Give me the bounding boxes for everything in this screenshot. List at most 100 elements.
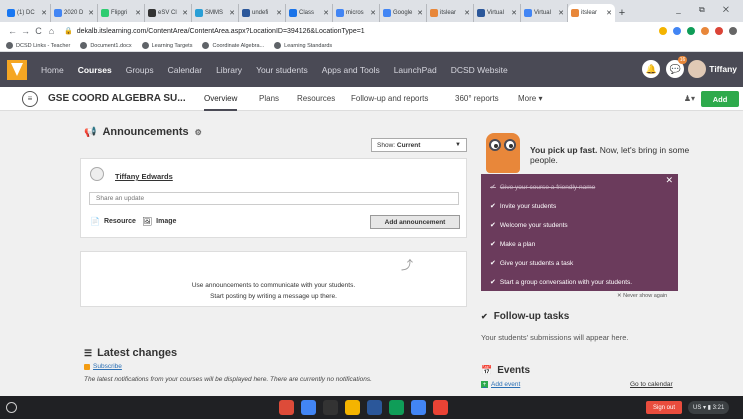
- tab-plans[interactable]: Plans: [259, 94, 279, 103]
- extension-icon[interactable]: [715, 27, 723, 35]
- extension-icon[interactable]: [687, 27, 695, 35]
- close-tab-icon[interactable]: ✕: [323, 9, 329, 17]
- close-tab-icon[interactable]: ✕: [276, 9, 282, 17]
- checklist-item[interactable]: ✔ Give your students a task: [490, 259, 573, 268]
- close-tab-icon[interactable]: ✕: [370, 9, 376, 17]
- bookmark-item[interactable]: DCSD Links - Teacher: [6, 42, 70, 49]
- url-field[interactable]: 🔒 dekalb.itslearning.com/ContentArea/Cont…: [64, 27, 653, 35]
- shelf-app-icon[interactable]: [345, 400, 360, 415]
- nav-item-calendar[interactable]: Calendar: [168, 65, 203, 75]
- bell-icon[interactable]: 🔔: [642, 60, 661, 78]
- bookmark-item[interactable]: Learning Targets: [141, 42, 192, 49]
- go-to-calendar-link[interactable]: Go to calendar: [630, 381, 673, 388]
- course-menu-icon[interactable]: ≡: [22, 90, 38, 107]
- nav-item-courses[interactable]: Courses: [78, 65, 112, 75]
- window-controls[interactable]: _ ⧉ ✕: [676, 5, 737, 15]
- shelf-app-icon[interactable]: [433, 400, 448, 415]
- checklist-item[interactable]: ✔ Welcome your students: [490, 221, 568, 230]
- browser-tab[interactable]: Virtual ✕: [474, 4, 521, 22]
- shelf-app-icon[interactable]: [411, 400, 426, 415]
- chat-icon[interactable]: 💬 16: [666, 56, 688, 78]
- nav-item-home[interactable]: Home: [41, 65, 64, 75]
- close-tab-icon[interactable]: ✕: [135, 9, 141, 17]
- extension-icon[interactable]: [673, 27, 681, 35]
- nav-item-apps-and-tools[interactable]: Apps and Tools: [322, 65, 380, 75]
- nav-item-your-students[interactable]: Your students: [256, 65, 308, 75]
- tab-more[interactable]: More ▾: [518, 94, 542, 103]
- puzzle-icon[interactable]: [729, 27, 737, 35]
- browser-tab[interactable]: Virtual ✕: [521, 4, 568, 22]
- shelf-app-icon[interactable]: [367, 400, 382, 415]
- close-tab-icon[interactable]: ✕: [182, 9, 188, 17]
- tab-360-reports[interactable]: 360° reports: [455, 94, 499, 103]
- avatar[interactable]: [688, 60, 707, 78]
- close-icon[interactable]: ✕: [665, 175, 673, 186]
- checklist-item[interactable]: ✔ Invite your students: [490, 202, 556, 211]
- forward-icon[interactable]: →: [19, 26, 32, 36]
- home-icon[interactable]: ⌂: [45, 26, 58, 36]
- tab-resources[interactable]: Resources: [297, 94, 335, 103]
- browser-tab[interactable]: eSV Cl ✕: [145, 4, 192, 22]
- share-update-input[interactable]: [89, 192, 459, 205]
- onboarding-checklist: ✕ ✔ Give your course a friendly name ✔ Invi…: [481, 174, 678, 291]
- close-tab-icon[interactable]: ✕: [88, 9, 94, 17]
- browser-tab[interactable]: itslear ✕: [427, 4, 474, 22]
- nav-item-launchpad[interactable]: LaunchPad: [394, 65, 437, 75]
- user-name[interactable]: Tiffany: [709, 64, 737, 74]
- nav-item-library[interactable]: Library: [216, 65, 242, 75]
- browser-tab[interactable]: Flipgri ✕: [98, 4, 145, 22]
- close-tab-icon[interactable]: ✕: [464, 9, 470, 17]
- browser-tab[interactable]: itslear ✕: [568, 4, 615, 22]
- close-tab-icon[interactable]: ✕: [558, 9, 564, 17]
- shelf-app-icon[interactable]: [301, 400, 316, 415]
- never-show-again-link[interactable]: ✕ Never show again: [617, 293, 667, 299]
- browser-tab[interactable]: Google ✕: [380, 4, 427, 22]
- nav-item-groups[interactable]: Groups: [126, 65, 154, 75]
- checklist-item[interactable]: ✔ Make a plan: [490, 240, 535, 249]
- course-title[interactable]: GSE COORD ALGEBRA SU...: [48, 93, 186, 104]
- gear-icon[interactable]: ⚙: [195, 128, 202, 137]
- resource-button[interactable]: 📄 Resource: [90, 217, 136, 226]
- extension-icon[interactable]: [701, 27, 709, 35]
- author-link[interactable]: Tiffany Edwards: [115, 172, 173, 181]
- participants-icon[interactable]: ♟▾: [684, 94, 695, 103]
- tab-overview[interactable]: Overview: [204, 94, 238, 111]
- close-tab-icon[interactable]: ✕: [229, 9, 235, 17]
- shelf-app-icon[interactable]: [389, 400, 404, 415]
- browser-tab[interactable]: Class ✕: [286, 4, 333, 22]
- browser-tab[interactable]: (1) DC ✕: [4, 4, 51, 22]
- bookmark-item[interactable]: Learning Standards: [274, 42, 332, 49]
- browser-tab[interactable]: SMMS ✕: [192, 4, 239, 22]
- nav-item-dcsd-website[interactable]: DCSD Website: [451, 65, 508, 75]
- close-tab-icon[interactable]: ✕: [41, 9, 47, 17]
- close-tab-icon[interactable]: ✕: [511, 9, 517, 17]
- shelf-app-icon[interactable]: [279, 400, 294, 415]
- browser-tab[interactable]: undefi ✕: [239, 4, 286, 22]
- show-filter-select[interactable]: Show: Current ▼: [371, 138, 467, 152]
- reload-icon[interactable]: C: [32, 26, 45, 36]
- add-event-link[interactable]: + Add event: [481, 381, 520, 388]
- checklist-item[interactable]: ✔ Give your course a friendly name: [490, 183, 595, 192]
- checklist-item[interactable]: ✔ Start a group conversation with your st…: [490, 278, 632, 287]
- browser-tab[interactable]: micros ✕: [333, 4, 380, 22]
- subscribe-link[interactable]: Subscribe: [84, 363, 122, 370]
- browser-tab[interactable]: 2020 D ✕: [51, 4, 98, 22]
- back-icon[interactable]: ←: [6, 26, 19, 36]
- status-tray[interactable]: US ▾ ▮ 3:21: [688, 401, 730, 414]
- bookmark-item[interactable]: Document1.docx: [80, 42, 132, 49]
- itslearning-logo[interactable]: [7, 59, 27, 80]
- add-announcement-button[interactable]: Add announcement: [370, 215, 460, 229]
- favicon-icon: [54, 9, 62, 17]
- shelf-app-icon[interactable]: [323, 400, 338, 415]
- close-tab-icon[interactable]: ✕: [417, 9, 423, 17]
- bookmark-label: Learning Standards: [284, 42, 333, 49]
- sign-out-button[interactable]: Sign out: [646, 401, 682, 414]
- image-button[interactable]: 🖼 Image: [142, 217, 176, 226]
- tab-follow-up-reports[interactable]: Follow-up and reports: [351, 94, 428, 103]
- extension-icon[interactable]: [659, 27, 667, 35]
- launcher-icon[interactable]: [6, 402, 17, 413]
- new-tab-button[interactable]: +: [615, 4, 629, 22]
- bookmark-item[interactable]: Coordinate Algebra...: [202, 42, 264, 49]
- add-button[interactable]: Add: [701, 91, 739, 107]
- close-tab-icon[interactable]: ✕: [606, 9, 612, 17]
